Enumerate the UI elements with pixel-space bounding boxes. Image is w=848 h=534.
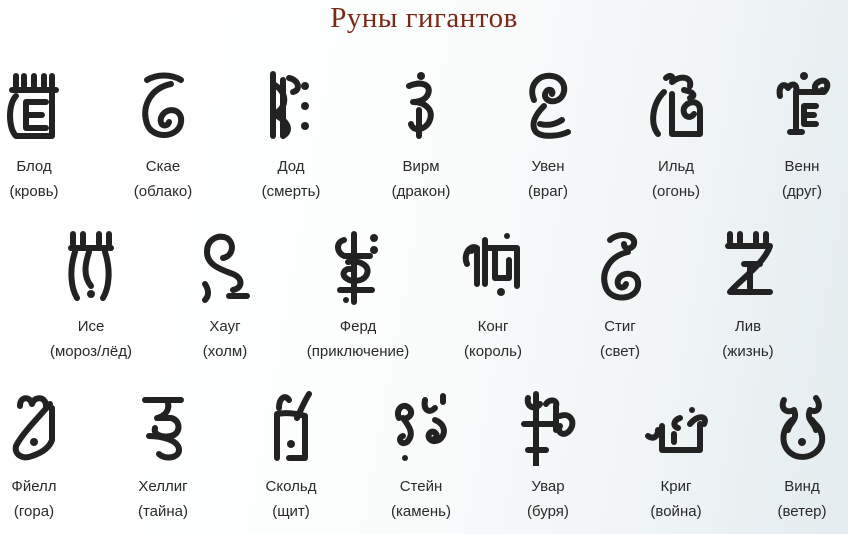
vind-rune-icon bbox=[779, 395, 826, 460]
rune-name: Криг bbox=[660, 478, 692, 495]
ild-rune-icon bbox=[650, 72, 703, 137]
rune-meaning: (облако) bbox=[133, 183, 193, 200]
ise-rune-icon bbox=[68, 231, 114, 301]
rune-meaning: (кровь) bbox=[9, 183, 59, 200]
rune-meaning: (война) bbox=[650, 503, 702, 520]
rune-name: Вирм bbox=[402, 158, 440, 175]
rune-ild: Ильд (огонь) bbox=[616, 70, 736, 200]
rune-blod: Блод (кровь) bbox=[0, 70, 94, 200]
rune-name: Хеллиг bbox=[138, 478, 188, 495]
rune-meaning: (щит) bbox=[272, 503, 310, 520]
stein-rune-icon bbox=[395, 393, 447, 461]
venn-rune-icon bbox=[776, 72, 831, 135]
stig-rune-icon bbox=[601, 232, 642, 301]
rune-name: Скольд bbox=[265, 478, 317, 495]
rune-dod: Дод (смерть) bbox=[231, 70, 351, 200]
rune-meaning: (ветер) bbox=[777, 503, 827, 520]
rune-name: Скае bbox=[145, 158, 181, 175]
rune-name: Стиг bbox=[604, 318, 636, 335]
rune-krig: Криг (война) bbox=[616, 390, 736, 520]
rune-fjell: Фйелл (гора) bbox=[0, 390, 94, 520]
rune-name: Хауг bbox=[209, 318, 241, 335]
rune-meaning: (король) bbox=[464, 343, 522, 360]
rune-meaning: (холм) bbox=[202, 343, 248, 360]
fjell-rune-icon bbox=[12, 395, 55, 461]
rune-kong: Конг (король) bbox=[433, 230, 553, 360]
rune-name: Исе bbox=[77, 318, 105, 335]
rune-name: Конг bbox=[477, 318, 509, 335]
rune-name: Дод bbox=[277, 158, 305, 175]
rune-liv: Лив (жизнь) bbox=[688, 230, 808, 360]
rune-name: Винд bbox=[784, 478, 820, 495]
rune-name: Ферд bbox=[339, 318, 377, 335]
rune-name: Стейн bbox=[399, 478, 443, 495]
rune-ferd: Ферд (приключение) bbox=[298, 230, 418, 360]
wyrm-rune-icon bbox=[406, 72, 434, 139]
skold-rune-icon bbox=[274, 391, 312, 461]
rune-skae: Скае (облако) bbox=[103, 70, 223, 200]
rune-stig: Стиг (свет) bbox=[560, 230, 680, 360]
rune-name: Фйелл bbox=[11, 478, 57, 495]
rune-meaning: (мороз/лёд) bbox=[49, 343, 133, 360]
rune-uvar: Увар (буря) bbox=[488, 390, 608, 520]
krig-rune-icon bbox=[645, 407, 708, 453]
rune-meaning: (буря) bbox=[527, 503, 569, 520]
ferd-rune-icon bbox=[335, 231, 378, 305]
rune-meaning: (приключение) bbox=[306, 343, 410, 360]
rune-meaning: (свет) bbox=[599, 343, 640, 360]
blod-rune-icon bbox=[7, 73, 59, 139]
kong-rune-icon bbox=[462, 233, 520, 296]
rune-haug: Хауг (холм) bbox=[165, 230, 285, 360]
rune-meaning: (гора) bbox=[13, 503, 55, 520]
rune-meaning: (тайна) bbox=[137, 503, 189, 520]
rune-meaning: (враг) bbox=[527, 183, 569, 200]
rune-hellig: Хеллиг (тайна) bbox=[103, 390, 223, 520]
rune-name: Лив bbox=[734, 318, 762, 335]
rune-venn: Венн (друг) bbox=[742, 70, 848, 200]
rune-meaning: (жизнь) bbox=[722, 343, 774, 360]
rune-meaning: (дракон) bbox=[391, 183, 451, 200]
rune-name: Блод bbox=[16, 158, 52, 175]
hellig-rune-icon bbox=[142, 397, 184, 461]
liv-rune-icon bbox=[725, 231, 773, 295]
rune-meaning: (огонь) bbox=[652, 183, 700, 200]
rune-name: Увар bbox=[531, 478, 565, 495]
rune-meaning: (друг) bbox=[782, 183, 822, 200]
rune-wyrm: Вирм (дракон) bbox=[361, 70, 481, 200]
rune-stein: Стейн (камень) bbox=[361, 390, 481, 520]
uvar-rune-icon bbox=[521, 391, 576, 466]
rune-name: Увен bbox=[531, 158, 565, 175]
rune-meaning: (смерть) bbox=[261, 183, 321, 200]
rune-name: Венн bbox=[784, 158, 820, 175]
rune-uven: Увен (враг) bbox=[488, 70, 608, 200]
rune-vind: Винд (ветер) bbox=[742, 390, 848, 520]
rune-skold: Скольд (щит) bbox=[231, 390, 351, 520]
page-title: Руны гигантов bbox=[330, 2, 518, 34]
rune-name: Ильд bbox=[657, 158, 695, 175]
uven-rune-icon bbox=[529, 72, 571, 139]
rune-ise: Исе (мороз/лёд) bbox=[31, 230, 151, 360]
dod-rune-icon bbox=[270, 71, 309, 139]
haug-rune-icon bbox=[202, 233, 250, 303]
skae-rune-icon bbox=[142, 72, 185, 138]
rune-meaning: (камень) bbox=[391, 503, 451, 520]
